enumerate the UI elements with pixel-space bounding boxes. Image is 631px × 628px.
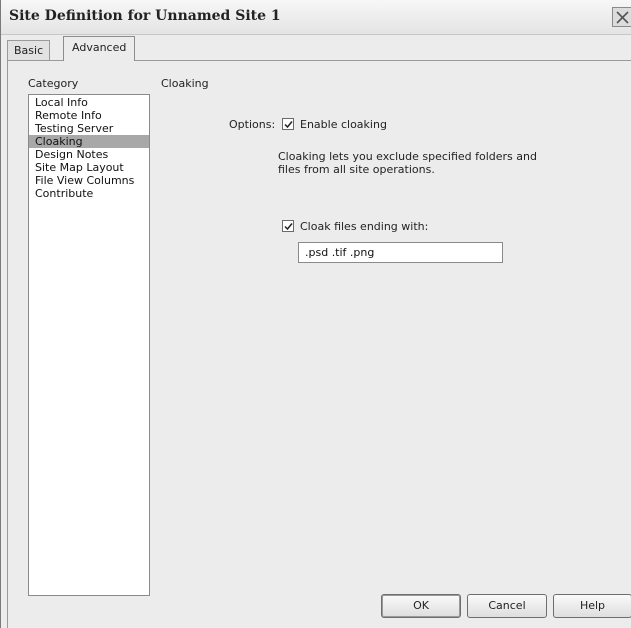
- category-list[interactable]: Local Info Remote Info Testing Server Cl…: [28, 94, 150, 596]
- checkmark-icon: [284, 121, 293, 129]
- checkmark-icon: [284, 223, 293, 231]
- cloaking-description: Cloaking lets you exclude specified fold…: [278, 150, 537, 176]
- category-item-testing-server[interactable]: Testing Server: [29, 122, 149, 135]
- options-label: Options:: [229, 118, 276, 131]
- enable-cloaking-label[interactable]: Enable cloaking: [300, 118, 387, 131]
- tab-advanced[interactable]: Advanced: [63, 36, 136, 61]
- close-icon: [616, 11, 629, 24]
- category-item-contribute[interactable]: Contribute: [29, 187, 149, 200]
- help-button[interactable]: Help: [553, 594, 631, 618]
- category-header: Category: [28, 77, 79, 90]
- file-extensions-input[interactable]: [298, 242, 503, 263]
- window-title: Site Definition for Unnamed Site 1: [9, 8, 281, 24]
- section-title: Cloaking: [161, 77, 209, 90]
- site-definition-dialog: Site Definition for Unnamed Site 1 Basic…: [0, 0, 631, 628]
- tab-basic[interactable]: Basic: [7, 40, 51, 60]
- category-item-remote-info[interactable]: Remote Info: [29, 109, 149, 122]
- enable-cloaking-checkbox[interactable]: [282, 118, 294, 130]
- category-item-site-map-layout[interactable]: Site Map Layout: [29, 161, 149, 174]
- close-button[interactable]: [612, 7, 631, 27]
- category-item-cloaking[interactable]: Cloaking: [29, 135, 149, 148]
- cancel-button[interactable]: Cancel: [467, 594, 547, 618]
- cloak-files-checkbox[interactable]: [282, 220, 294, 232]
- tab-strip: Basic Advanced: [1, 34, 631, 61]
- cloak-files-label[interactable]: Cloak files ending with:: [300, 220, 428, 233]
- category-item-file-view-columns[interactable]: File View Columns: [29, 174, 149, 187]
- category-item-design-notes[interactable]: Design Notes: [29, 148, 149, 161]
- title-bar: Site Definition for Unnamed Site 1: [1, 0, 631, 35]
- category-item-local-info[interactable]: Local Info: [29, 96, 149, 109]
- ok-button[interactable]: OK: [381, 594, 461, 618]
